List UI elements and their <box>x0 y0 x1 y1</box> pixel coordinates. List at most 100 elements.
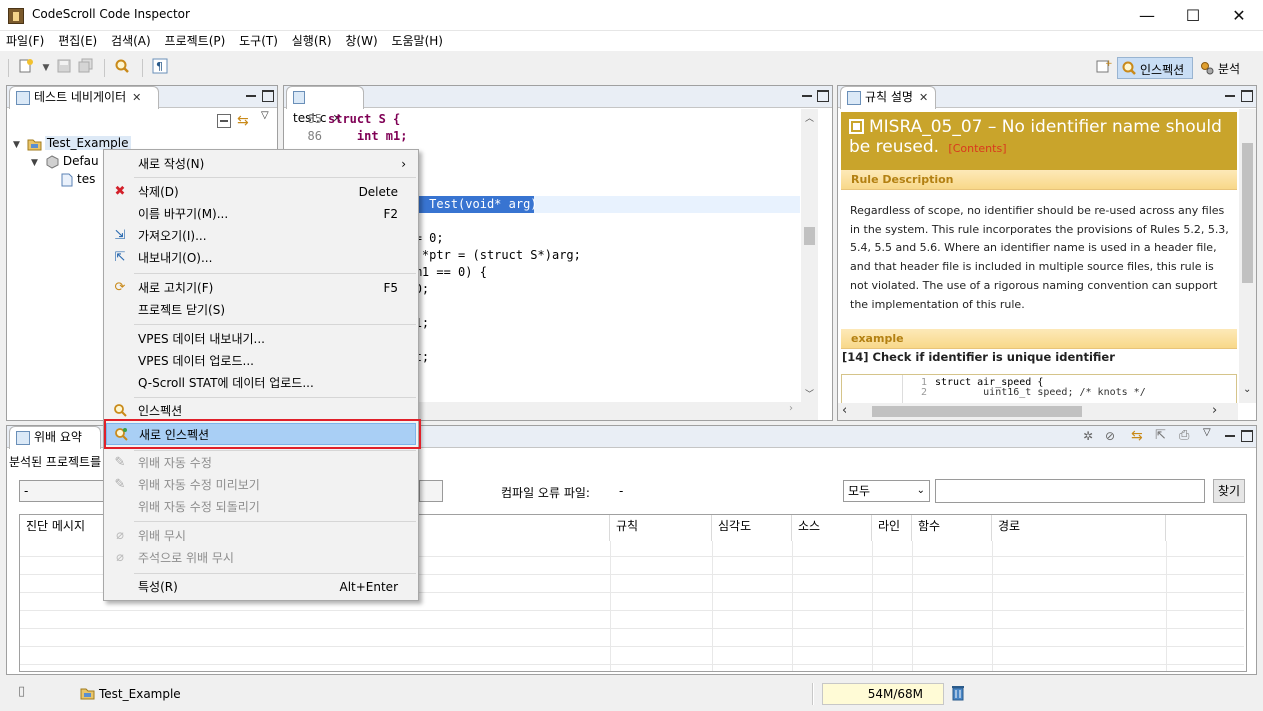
close-icon[interactable]: ✕ <box>919 91 928 104</box>
fast-view-icon[interactable]: ▯ <box>18 684 25 699</box>
new-file-icon[interactable] <box>16 58 36 78</box>
tab-violation-summary[interactable]: 위배 요약 <box>9 426 101 449</box>
hide-icon[interactable]: ⊘ <box>1105 429 1115 443</box>
column-path[interactable]: 경로 <box>992 515 1166 541</box>
maximize-view-icon[interactable] <box>262 90 274 102</box>
table-col-divider <box>872 541 873 671</box>
perspective-analysis-button[interactable]: 분석 <box>1197 57 1247 79</box>
menu-item-rename[interactable]: 이름 바꾸기(M)... F2 <box>106 203 416 225</box>
rule-vertical-scrollbar[interactable]: ⌄ <box>1239 109 1256 403</box>
menu-item-ignore-violation: ⌀ 위배 무시 <box>106 525 416 547</box>
column-rule[interactable]: 규칙 <box>610 515 712 541</box>
menu-edit[interactable]: 편집(E) <box>54 31 101 51</box>
menu-search[interactable]: 검색(A) <box>107 31 155 51</box>
tab-rule-description[interactable]: 규칙 설명 ✕ <box>840 86 936 109</box>
minimize-view-icon[interactable] <box>245 90 257 102</box>
expand-arrow-icon[interactable]: ▼ <box>13 136 23 154</box>
tree-item-file[interactable]: tes <box>59 170 95 188</box>
menu-separator <box>134 450 416 451</box>
rule-horizontal-scrollbar[interactable]: ‹ › <box>838 403 1238 420</box>
tree-item-package[interactable]: ▼ Defau <box>31 152 99 170</box>
rule-title-banner: MISRA_05_07 – No identifier name should … <box>841 112 1237 172</box>
minimize-view-icon[interactable] <box>1224 90 1236 102</box>
open-perspective-icon[interactable]: + <box>1094 58 1114 78</box>
project-progress-field: - <box>19 480 115 502</box>
view-menu-icon[interactable]: ▽ <box>261 110 269 121</box>
rule-icon <box>847 90 861 105</box>
expand-arrow-icon[interactable]: ▼ <box>31 154 41 172</box>
menu-tools[interactable]: 도구(T) <box>235 31 282 51</box>
link-with-editor-icon[interactable]: ⇆ <box>237 113 253 129</box>
menu-item-refresh[interactable]: ⟳ 새로 고치기(F) F5 <box>106 277 416 299</box>
column-source[interactable]: 소스 <box>792 515 872 541</box>
column-severity[interactable]: 심각도 <box>712 515 792 541</box>
menu-item-label: 삭제(D) <box>138 185 179 199</box>
svg-text:¶: ¶ <box>156 60 163 73</box>
window-title: CodeScroll Code Inspector <box>32 7 190 21</box>
column-line[interactable]: 라인 <box>872 515 912 541</box>
scroll-down-icon[interactable]: ﹀ <box>805 387 814 400</box>
menu-item-properties[interactable]: 특성(R) Alt+Enter <box>106 576 416 598</box>
scroll-thumb[interactable] <box>804 227 815 245</box>
autofix-preview-icon: ✎ <box>114 477 126 492</box>
scroll-thumb[interactable] <box>1242 143 1253 283</box>
menu-help[interactable]: 도움말(H) <box>387 31 447 51</box>
export-icon[interactable]: ⇱ <box>1155 428 1166 443</box>
tab-test-c[interactable]: test.c ✕ <box>286 86 364 125</box>
menu-item-vpes-export[interactable]: VPES 데이터 내보내기... <box>106 328 416 350</box>
find-button[interactable]: 찾기 <box>1213 479 1245 503</box>
menu-item-new[interactable]: 새로 작성(N) › <box>106 153 416 175</box>
show-whitespace-icon[interactable]: ¶ <box>150 58 170 78</box>
view-menu-icon[interactable]: ▽ <box>1203 427 1211 438</box>
scroll-right-icon[interactable]: › <box>789 403 793 414</box>
save-icon[interactable] <box>54 58 74 78</box>
highlight-annotation-box <box>104 419 421 449</box>
section-rule-description: Rule Description <box>841 170 1237 190</box>
menu-item-qscroll-upload[interactable]: Q-Scroll STAT에 데이터 업로드... <box>106 372 416 394</box>
menu-item-delete[interactable]: ✖ 삭제(D) Delete <box>106 181 416 203</box>
menu-window[interactable]: 창(W) <box>341 31 381 51</box>
garbage-collect-icon[interactable] <box>951 685 965 704</box>
context-menu: 새로 작성(N) › ✖ 삭제(D) Delete 이름 바꾸기(M)... F2 ⇲ 가… <box>103 149 419 601</box>
search-input[interactable] <box>935 479 1205 503</box>
link-icon[interactable]: ⇆ <box>1131 428 1143 444</box>
save-all-icon[interactable] <box>76 58 96 78</box>
inspection-icon <box>112 403 128 419</box>
contents-link[interactable]: [Contents] <box>948 142 1006 155</box>
print-icon[interactable]: ⎙ <box>1179 428 1189 443</box>
settings-gear-icon[interactable]: ✲ <box>1083 429 1093 443</box>
source-file-icon <box>59 173 74 187</box>
chevron-down-icon: ⌄ <box>916 485 925 496</box>
column-function[interactable]: 함수 <box>912 515 992 541</box>
menu-run[interactable]: 실행(R) <box>288 31 336 51</box>
tab-test-navigator[interactable]: 테스트 네비게이터 ✕ <box>9 86 159 109</box>
maximize-view-icon[interactable] <box>1241 90 1253 102</box>
collapse-all-icon[interactable] <box>217 114 231 128</box>
menu-item-export[interactable]: ⇱ 내보내기(O)... <box>106 247 416 269</box>
scroll-down-icon[interactable]: ⌄ <box>1243 384 1251 395</box>
close-icon[interactable]: ✕ <box>132 91 141 104</box>
menu-project[interactable]: 프로젝트(P) <box>161 31 230 51</box>
perspective-inspection-button[interactable]: 인스펙션 <box>1117 57 1193 79</box>
close-button[interactable]: ✕ <box>1216 0 1262 31</box>
maximize-button[interactable]: ☐ <box>1170 0 1216 31</box>
new-dropdown-icon[interactable]: ▼ <box>36 58 56 78</box>
search-icon[interactable] <box>112 58 132 78</box>
menu-item-ignore-by-comment: ⌀ 주석으로 위배 무시 <box>106 547 416 569</box>
minimize-view-icon[interactable] <box>801 90 813 102</box>
minimize-button[interactable]: — <box>1124 0 1170 31</box>
vertical-scrollbar[interactable]: ︿ ﹀ <box>801 109 818 402</box>
menu-item-close-project[interactable]: 프로젝트 닫기(S) <box>106 299 416 321</box>
maximize-view-icon[interactable] <box>817 90 829 102</box>
scroll-thumb[interactable] <box>872 406 1082 417</box>
menu-item-vpes-upload[interactable]: VPES 데이터 업로드... <box>106 350 416 372</box>
scroll-right-icon[interactable]: › <box>1212 403 1217 418</box>
menu-item-import[interactable]: ⇲ 가져오기(I)... <box>106 225 416 247</box>
scroll-up-icon[interactable]: ︿ <box>805 111 814 124</box>
navigator-tabbar: 테스트 네비게이터 ✕ <box>7 86 277 109</box>
scroll-left-icon[interactable]: ‹ <box>842 403 847 418</box>
filter-select[interactable]: 모두 ⌄ <box>843 480 930 502</box>
minimize-view-icon[interactable] <box>1224 430 1236 442</box>
menu-file[interactable]: 파일(F) <box>2 31 48 51</box>
maximize-view-icon[interactable] <box>1241 430 1253 442</box>
